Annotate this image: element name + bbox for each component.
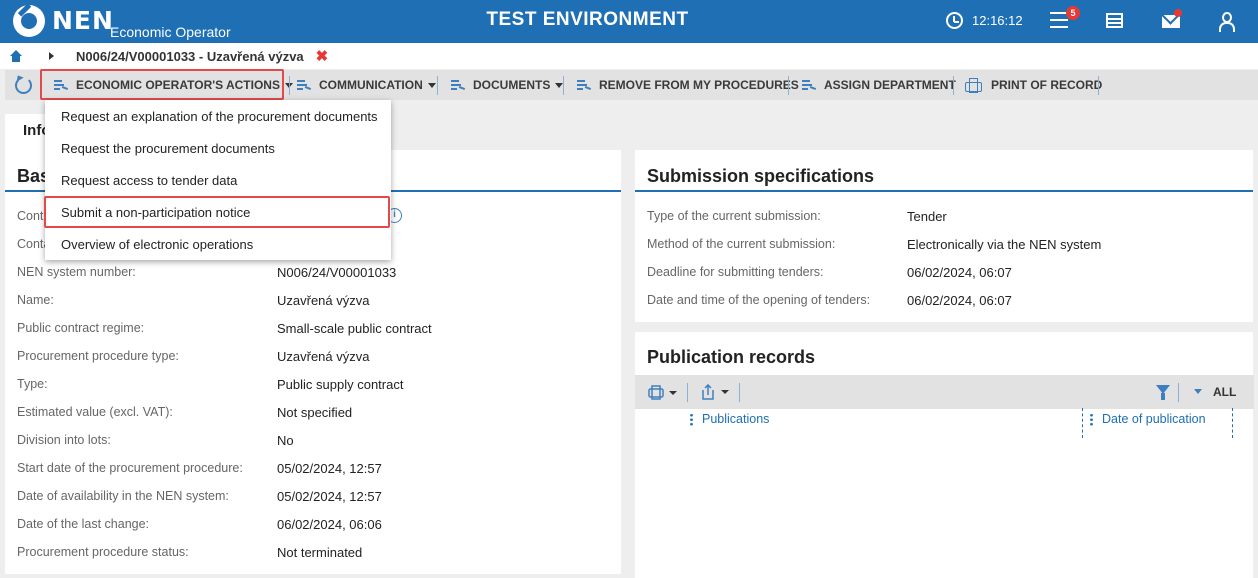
detail-value: 06/02/2024, 06:07 bbox=[907, 293, 1012, 308]
caret-down-icon[interactable] bbox=[1194, 389, 1202, 394]
toolbar-label: PRINT OF RECORD bbox=[991, 78, 1103, 92]
detail-label: Date of the last change: bbox=[17, 517, 150, 531]
detail-label: Date and time of the opening of tenders: bbox=[647, 293, 871, 307]
detail-value: No bbox=[277, 433, 294, 448]
documents-button[interactable]: DOCUMENTS bbox=[451, 70, 564, 100]
menu-item-request-access[interactable]: Request access to tender data bbox=[45, 164, 391, 196]
toolbar-label: COMMUNICATION bbox=[319, 78, 423, 92]
detail-label: Start date of the procurement procedure: bbox=[17, 461, 243, 475]
column-label: Publications bbox=[702, 412, 770, 426]
detail-value: N006/24/V00001033 bbox=[277, 265, 397, 280]
toolbar-separator bbox=[563, 76, 564, 95]
calculator-icon[interactable] bbox=[1106, 13, 1123, 28]
detail-value: 05/02/2024, 12:57 bbox=[277, 461, 382, 476]
detail-label: Procurement procedure status: bbox=[17, 545, 189, 559]
caret-down-icon bbox=[427, 82, 436, 88]
detail-value: 05/02/2024, 12:57 bbox=[277, 489, 382, 504]
chevron-right-icon bbox=[49, 52, 54, 60]
detail-label: Name: bbox=[17, 293, 54, 307]
submission-specifications-panel: Submission specifications Type of the cu… bbox=[635, 150, 1253, 322]
clock-icon bbox=[946, 12, 963, 29]
detail-label: Type of the current submission: bbox=[647, 209, 821, 223]
toolbar-separator bbox=[1098, 76, 1099, 95]
detail-value: 06/02/2024, 06:06 bbox=[277, 517, 382, 532]
session-clock: 12:16:12 bbox=[946, 12, 1023, 29]
lines-icon bbox=[451, 79, 466, 91]
detail-value: Small-scale public contract bbox=[277, 321, 432, 336]
lines-icon bbox=[577, 79, 592, 91]
clock-time: 12:16:12 bbox=[972, 13, 1023, 28]
assign-department-button[interactable]: ASSIGN DEPARTMENT bbox=[802, 70, 956, 100]
lines-icon bbox=[802, 79, 817, 91]
publication-records-panel: Publication records ALL Publications Dat… bbox=[635, 332, 1254, 578]
detail-label: Date of availability in the NEN system: bbox=[17, 489, 229, 503]
mail-unread-dot bbox=[1174, 9, 1182, 17]
detail-label: Public contract regime: bbox=[17, 321, 145, 335]
column-divider bbox=[1082, 408, 1083, 438]
toolbar-separator bbox=[788, 76, 789, 95]
toolbar-separator bbox=[437, 76, 438, 95]
detail-label: Division into lots: bbox=[17, 433, 111, 447]
breadcrumb-title[interactable]: N006/24/V00001033 - Uzavřená výzva bbox=[76, 49, 304, 64]
menu-item-request-documents[interactable]: Request the procurement documents bbox=[45, 132, 391, 164]
panel-divider bbox=[635, 190, 1253, 192]
print-menu-icon[interactable] bbox=[648, 385, 678, 401]
close-tab-icon[interactable]: ✖ bbox=[316, 47, 329, 65]
toolbar-label: ASSIGN DEPARTMENT bbox=[824, 78, 956, 92]
toolbar-separator bbox=[953, 76, 954, 95]
detail-label: NEN system number: bbox=[17, 265, 136, 279]
refresh-icon[interactable] bbox=[15, 77, 32, 94]
menu-item-overview-operations[interactable]: Overview of electronic operations bbox=[45, 228, 391, 260]
home-icon[interactable] bbox=[9, 49, 23, 63]
publication-toolbar: ALL bbox=[635, 375, 1254, 409]
notification-badge: 5 bbox=[1066, 6, 1080, 20]
toolbar-separator bbox=[1178, 383, 1179, 402]
detail-value: Public supply contract bbox=[277, 377, 404, 392]
print-of-record-button[interactable]: PRINT OF RECORD bbox=[965, 70, 1102, 100]
detail-value: Not specified bbox=[277, 405, 353, 420]
filter-all-label[interactable]: ALL bbox=[1213, 385, 1236, 399]
kebab-icon bbox=[690, 413, 693, 427]
detail-value: Uzavřená výzva bbox=[277, 293, 370, 308]
toolbar-label: DOCUMENTS bbox=[473, 78, 551, 92]
communication-button[interactable]: COMMUNICATION bbox=[297, 70, 436, 100]
menu-item-request-explanation[interactable]: Request an explanation of the procuremen… bbox=[45, 100, 391, 132]
column-label: Date of publication bbox=[1102, 412, 1206, 426]
highlight-frame bbox=[40, 69, 284, 100]
top-header: NEN Economic Operator TEST ENVIRONMENT 1… bbox=[0, 0, 1258, 43]
detail-label: Procurement procedure type: bbox=[17, 349, 179, 363]
kebab-icon bbox=[1090, 413, 1093, 427]
detail-value: Electronically via the NEN system bbox=[907, 237, 1102, 252]
toolbar-separator bbox=[739, 383, 740, 402]
remove-from-my-procedures-button[interactable]: REMOVE FROM MY PROCEDURES bbox=[577, 70, 799, 100]
printer-icon bbox=[965, 77, 982, 93]
detail-value: 06/02/2024, 06:07 bbox=[907, 265, 1012, 280]
detail-label: Contr bbox=[17, 209, 48, 223]
panel-title: Publication records bbox=[647, 347, 816, 367]
column-header-publications[interactable]: Publications bbox=[690, 412, 770, 427]
breadcrumb: N006/24/V00001033 - Uzavřená výzva ✖ bbox=[0, 43, 1258, 69]
detail-value: Not terminated bbox=[277, 545, 363, 560]
filter-icon[interactable] bbox=[1156, 385, 1170, 400]
economic-operator-actions-menu: Request an explanation of the procuremen… bbox=[45, 100, 391, 260]
toolbar-label: REMOVE FROM MY PROCEDURES bbox=[599, 78, 799, 92]
detail-value: Uzavřená výzva bbox=[277, 349, 370, 364]
user-icon[interactable] bbox=[1218, 12, 1235, 32]
highlight-frame bbox=[44, 196, 390, 228]
column-divider bbox=[1232, 408, 1233, 438]
lines-icon bbox=[297, 79, 312, 91]
panel-title: Submission specifications bbox=[647, 166, 875, 186]
detail-label: Deadline for submitting tenders: bbox=[647, 265, 824, 279]
toolbar-separator bbox=[289, 76, 290, 95]
detail-value: Tender bbox=[907, 209, 947, 224]
detail-label: Type: bbox=[17, 377, 48, 391]
detail-label: Method of the current submission: bbox=[647, 237, 836, 251]
toolbar-separator bbox=[687, 383, 688, 402]
export-menu-icon[interactable] bbox=[700, 384, 730, 401]
column-header-date-of-publication[interactable]: Date of publication bbox=[1090, 412, 1206, 427]
detail-label: Estimated value (excl. VAT): bbox=[17, 405, 173, 419]
